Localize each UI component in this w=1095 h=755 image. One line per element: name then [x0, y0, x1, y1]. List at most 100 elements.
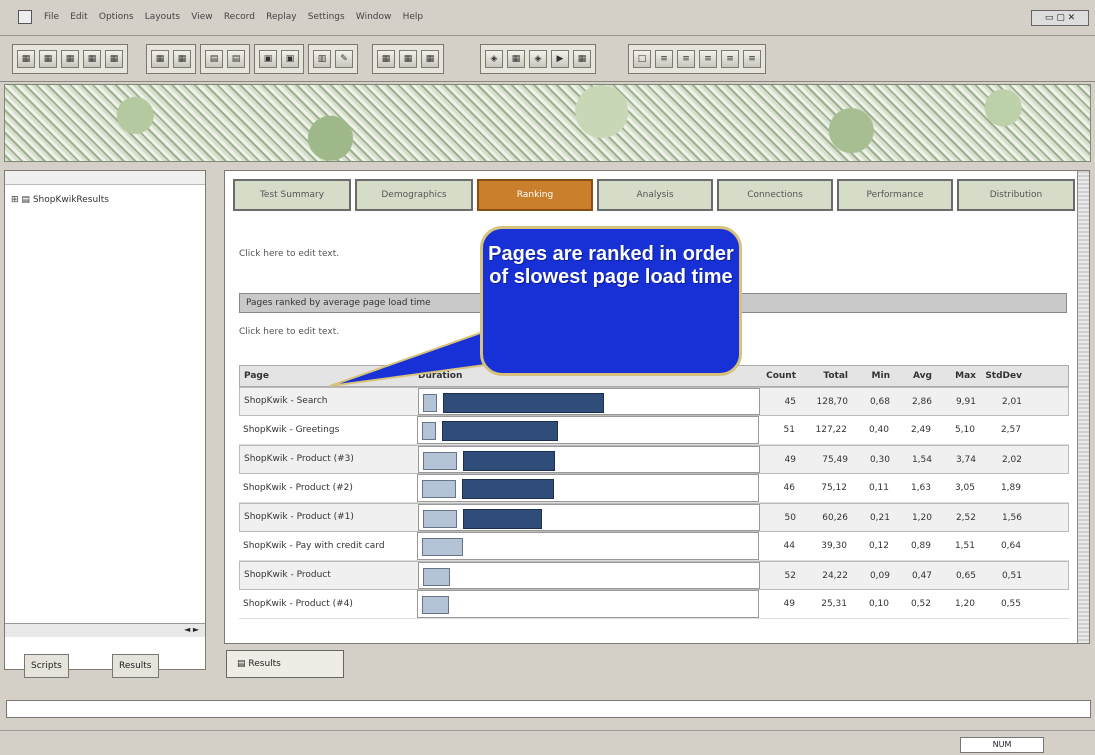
toolbar-button[interactable]: ▦ [377, 50, 395, 68]
cell-max: 1,51 [954, 541, 975, 551]
cell-stdev: 2,02 [1001, 454, 1022, 465]
toolbar-button[interactable]: ▤ [205, 50, 223, 68]
tab-ranking[interactable]: Ranking [477, 179, 593, 211]
document-tab-results[interactable]: ▤ Results [226, 650, 344, 678]
menu-edit[interactable]: Edit [66, 12, 91, 22]
cell-min: 0,30 [869, 454, 890, 465]
toolbar-button[interactable]: ▦ [105, 50, 123, 68]
document-tabbar: ▤ Results [224, 646, 1090, 682]
cell-count: 49 [783, 599, 795, 609]
play-icon[interactable]: ▶ [551, 50, 569, 68]
menu-record[interactable]: Record [220, 12, 259, 22]
toolbar-button[interactable]: ▦ [39, 50, 57, 68]
cell-graph [418, 504, 760, 531]
column-header-max[interactable]: Max [940, 366, 976, 386]
cell-stdev: 1,89 [1000, 483, 1021, 493]
min-duration-bar [422, 422, 436, 440]
toolbar-button[interactable]: ≡ [699, 50, 717, 68]
cell-graph [418, 446, 760, 473]
cell-page: ShopKwik - Product (#2) [243, 482, 353, 493]
tab-connections[interactable]: Connections [717, 179, 833, 211]
toolbar-button[interactable]: ▦ [173, 50, 191, 68]
editable-text[interactable]: Click here to edit text. [239, 249, 339, 259]
cell-min: 0,68 [869, 396, 890, 407]
tab-test-summary[interactable]: Test Summary [233, 179, 351, 211]
menu-file[interactable]: File [40, 12, 63, 22]
tab-scripts[interactable]: Scripts [24, 654, 69, 678]
menu-view[interactable]: View [187, 12, 216, 22]
cell-avg: 1,63 [910, 483, 931, 493]
toolbar-button[interactable]: ◈ [485, 50, 503, 68]
column-header-count[interactable]: Count [760, 366, 796, 386]
tab-analysis[interactable]: Analysis [597, 179, 713, 211]
menu-help[interactable]: Help [399, 12, 428, 22]
toolbar-button[interactable]: ▦ [573, 50, 591, 68]
toolbar-button[interactable]: ▣ [259, 50, 277, 68]
cell-count: 51 [783, 425, 795, 435]
app-icon [18, 10, 32, 24]
window-controls[interactable]: ▭ ▢ ✕ [1031, 10, 1089, 26]
menu-layouts[interactable]: Layouts [141, 12, 184, 22]
table-row[interactable]: ShopKwik - Pay with credit card 44 39,30 0,… [239, 532, 1069, 561]
toolbar-button[interactable]: ≡ [743, 50, 761, 68]
tab-demographics[interactable]: Demographics [355, 179, 473, 211]
command-input[interactable] [6, 700, 1091, 718]
toolbar-button[interactable]: ≡ [677, 50, 695, 68]
toolbar-button[interactable]: ▦ [507, 50, 525, 68]
navigator-pane: ⊞ ▤ ShopKwikResults ◄ ► [4, 170, 206, 670]
table-row[interactable]: ShopKwik - Product (#1) 50 60,26 0,21 1,20 2,… [239, 503, 1069, 532]
column-header-avg[interactable]: Avg [896, 366, 932, 386]
vertical-scrollbar[interactable] [1077, 171, 1089, 643]
cell-min: 0,40 [868, 425, 889, 435]
toolbar-button[interactable]: ▦ [83, 50, 101, 68]
toolbar-button[interactable]: ≡ [655, 50, 673, 68]
toolbar-button[interactable]: ▣ [281, 50, 299, 68]
tree-item-results[interactable]: ⊞ ▤ ShopKwikResults [11, 195, 109, 205]
tab-distribution[interactable]: Distribution [957, 179, 1075, 211]
menu-window[interactable]: Window [352, 12, 396, 22]
toolbar-group-5: ▥ ✎ [308, 44, 358, 74]
tab-performance[interactable]: Performance [837, 179, 953, 211]
toolbar-button[interactable]: ▦ [421, 50, 439, 68]
toolbar-button[interactable]: ≡ [721, 50, 739, 68]
cell-max: 9,91 [955, 396, 976, 407]
tab-results[interactable]: Results [112, 654, 159, 678]
cell-graph [417, 590, 759, 618]
cell-max: 3,05 [954, 483, 975, 493]
cell-total: 128,70 [816, 396, 849, 407]
table-row[interactable]: ShopKwik - Product (#4) 49 25,31 0,10 0,52 1,… [239, 590, 1069, 619]
menu-replay[interactable]: Replay [262, 12, 300, 22]
cell-avg: 2,49 [910, 425, 931, 435]
cell-min: 0,09 [869, 570, 890, 581]
toolbar-button[interactable]: ◈ [529, 50, 547, 68]
callout: Pages are ranked in order of slowest pag… [329, 226, 750, 387]
toolbar-button[interactable]: ▦ [399, 50, 417, 68]
column-header-min[interactable]: Min [854, 366, 890, 386]
menu-options[interactable]: Options [95, 12, 138, 22]
cell-graph [417, 532, 759, 560]
cell-avg: 1,54 [911, 454, 932, 465]
toolbar-group-6: ▦ ▦ ▦ [372, 44, 444, 74]
cell-max: 0,65 [955, 570, 976, 581]
toolbar-button[interactable]: ▦ [61, 50, 79, 68]
column-header-stdev[interactable]: StdDev [985, 366, 1022, 386]
cell-avg: 0,47 [911, 570, 932, 581]
table-row[interactable]: ShopKwik - Product (#3) 49 75,49 0,30 1,54 3,… [239, 445, 1069, 474]
table-row[interactable]: ShopKwik - Greetings 51 127,22 0,40 2,49 5,10… [239, 416, 1069, 445]
table-row[interactable]: ShopKwik - Product (#2) 46 75,12 0,11 1,63 3,… [239, 474, 1069, 503]
toolbar-group-3: ▤ ▤ [200, 44, 250, 74]
column-header-total[interactable]: Total [806, 366, 848, 386]
cell-total: 127,22 [815, 425, 848, 435]
cell-min: 0,11 [868, 483, 889, 493]
table-row[interactable]: ShopKwik - Product 52 24,22 0,09 0,47 0,65 0,5… [239, 561, 1069, 590]
horizontal-scrollbar[interactable]: ◄ ► [5, 623, 205, 637]
expand-icon[interactable]: ⊞ [11, 195, 19, 205]
toolbar-button[interactable]: ▦ [17, 50, 35, 68]
cell-total: 75,49 [822, 454, 848, 465]
toolbar-button[interactable]: ▦ [151, 50, 169, 68]
toolbar-button[interactable]: □ [633, 50, 651, 68]
toolbar-button[interactable]: ▥ [313, 50, 331, 68]
toolbar-button[interactable]: ▤ [227, 50, 245, 68]
menu-settings[interactable]: Settings [304, 12, 349, 22]
edit-icon[interactable]: ✎ [335, 50, 353, 68]
